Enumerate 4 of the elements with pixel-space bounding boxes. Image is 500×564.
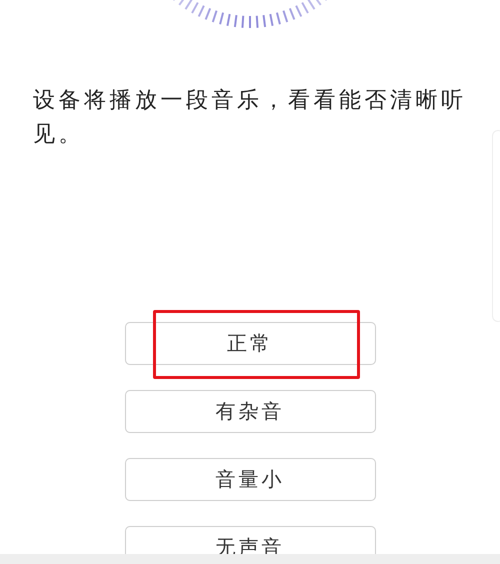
prompt-text: 设备将播放一段音乐，看看能否清晰听见。	[33, 87, 468, 149]
option-button[interactable]: 正常	[124, 322, 376, 365]
option-button[interactable]: 有杂音	[124, 390, 376, 433]
option-button[interactable]: 音量小	[124, 458, 376, 501]
